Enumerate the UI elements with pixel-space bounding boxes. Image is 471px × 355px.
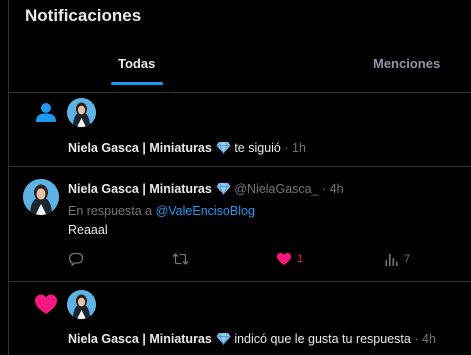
views-icon [384, 252, 399, 267]
notification-text: Niela Gasca | Miniaturas te siguió · 1h [68, 141, 306, 157]
notification-action: indicó que le gusta tu respuesta [234, 332, 411, 346]
diamond-badge-icon [216, 332, 231, 348]
user-handle[interactable]: @NielaGasca_ [234, 182, 318, 196]
avatar[interactable] [67, 98, 96, 127]
tweet-actions: 1 7 [68, 249, 410, 269]
avatar[interactable] [67, 290, 96, 319]
retweet-button[interactable] [172, 249, 189, 269]
reply-context: En respuesta a @ValeEncisoBlog [68, 204, 255, 218]
notification-like[interactable]: Niela Gasca | Miniaturas indicó que le g… [9, 282, 471, 355]
notification-text: Niela Gasca | Miniaturas indicó que le g… [68, 332, 436, 348]
notification-action: te siguió [234, 141, 281, 155]
timestamp: · 1h [284, 141, 306, 155]
tweet-text: Reaaal [68, 223, 108, 237]
reply-to-link[interactable]: @ValeEncisoBlog [156, 204, 255, 218]
reply-button[interactable] [68, 249, 84, 269]
user-name[interactable]: Niela Gasca | Miniaturas [68, 332, 212, 346]
like-count: 1 [297, 253, 304, 265]
notification-follow[interactable]: Niela Gasca | Miniaturas te siguió · 1h [9, 93, 471, 167]
notification-reply[interactable]: Niela Gasca | Miniaturas @NielaGasca_ · … [9, 167, 471, 282]
reply-prefix: En respuesta a [68, 204, 153, 218]
avatar[interactable] [23, 179, 59, 215]
user-name[interactable]: Niela Gasca | Miniaturas [68, 182, 212, 196]
reply-icon [68, 251, 84, 267]
diamond-badge-icon [216, 141, 231, 157]
heart-icon [34, 293, 58, 315]
tab-mentions[interactable]: Menciones [373, 56, 440, 71]
user-name[interactable]: Niela Gasca | Miniaturas [68, 141, 212, 155]
page-title: Notificaciones [25, 6, 142, 25]
timestamp: · 4h [414, 332, 436, 346]
views-count: 7 [404, 253, 411, 265]
tab-all[interactable]: Todas [118, 56, 155, 71]
heart-filled-icon [276, 251, 292, 267]
retweet-icon [172, 251, 189, 267]
notifications-header: Notificaciones Todas Menciones [9, 0, 471, 93]
diamond-badge-icon [216, 182, 231, 198]
active-tab-indicator [111, 82, 163, 85]
tweet-header: Niela Gasca | Miniaturas @NielaGasca_ · … [68, 182, 344, 198]
person-icon [35, 101, 57, 123]
timestamp[interactable]: · 4h [322, 182, 344, 196]
like-button[interactable]: 1 [276, 249, 303, 269]
views-button[interactable]: 7 [384, 249, 410, 269]
